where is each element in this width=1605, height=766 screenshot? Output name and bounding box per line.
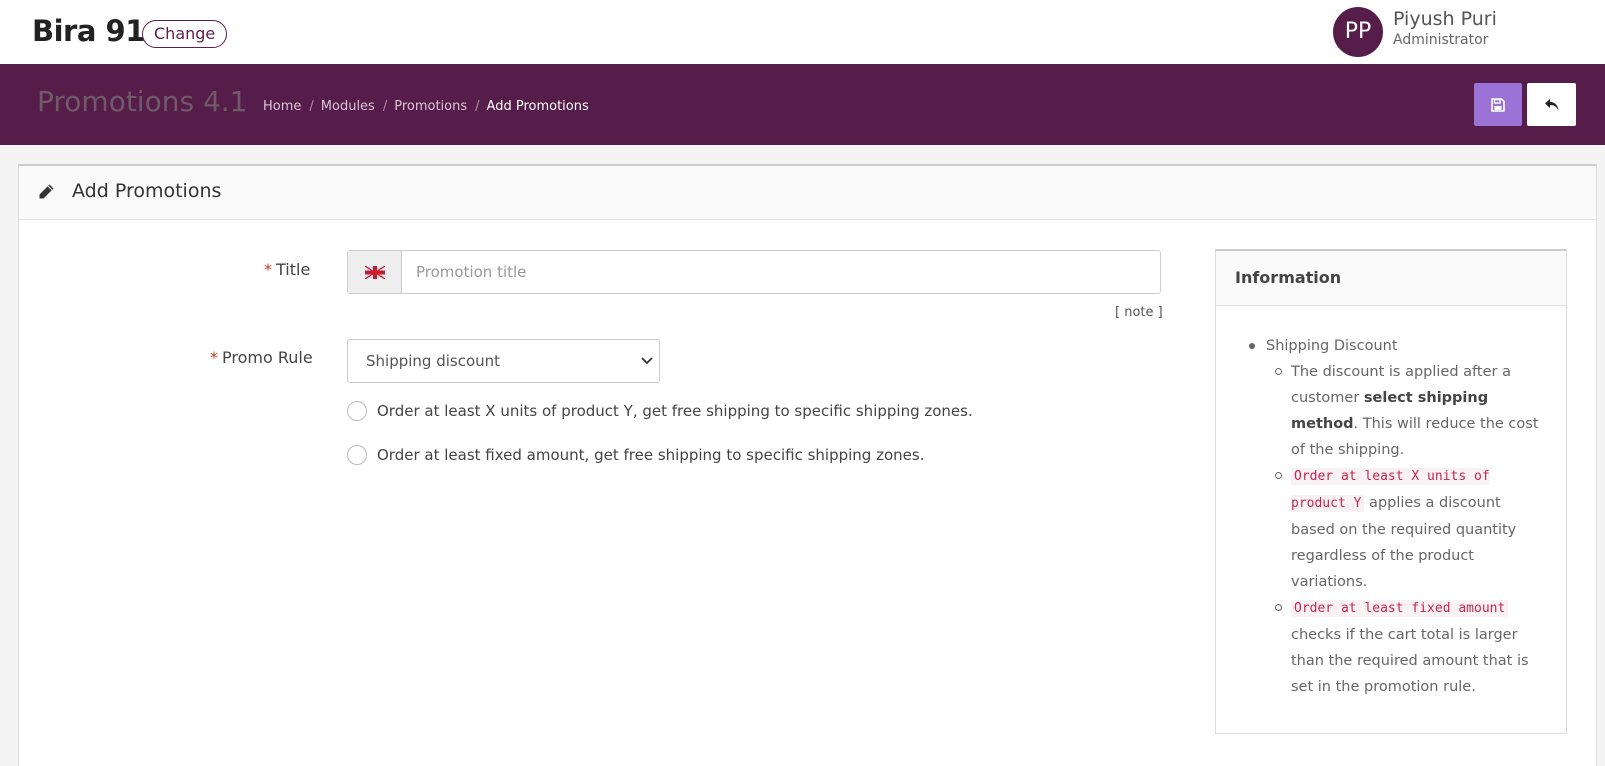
breadcrumb-separator: /	[309, 99, 314, 114]
info-list-item: Shipping Discount	[1235, 333, 1547, 359]
radio-label: Order at least X units of product Y, get…	[377, 402, 973, 420]
required-asterisk: *	[264, 260, 272, 279]
info-text: checks if the cart total is larger than …	[1291, 627, 1529, 695]
radio-button[interactable]	[347, 401, 367, 421]
title-input-group	[347, 250, 1161, 294]
radio-button[interactable]	[347, 445, 367, 465]
info-code: Order at least fixed amount	[1291, 600, 1509, 617]
promo-rule-selected-value: Shipping discount	[366, 352, 501, 370]
save-button[interactable]	[1474, 83, 1522, 126]
radio-label: Order at least fixed amount, get free sh…	[377, 446, 925, 464]
info-sublist-item: The discount is applied after a customer…	[1235, 359, 1547, 463]
chevron-down-icon	[641, 357, 653, 365]
reply-arrow-icon	[1544, 98, 1558, 110]
panel-title: Add Promotions	[72, 180, 222, 202]
top-bar: Bira 91 Change PP Piyush Puri Administra…	[0, 0, 1605, 64]
language-flag-addon[interactable]	[348, 251, 402, 293]
required-asterisk: *	[210, 348, 218, 367]
info-sublist-item: Order at least X units of product Y appl…	[1235, 463, 1547, 595]
user-role: Administrator	[1393, 32, 1489, 48]
note-link[interactable]: [ note ]	[1115, 305, 1163, 320]
page-header: Promotions 4.1 Home / Modules / Promotio…	[0, 64, 1605, 145]
avatar[interactable]: PP	[1333, 7, 1383, 57]
user-name: Piyush Puri	[1393, 8, 1497, 30]
breadcrumb-modules[interactable]: Modules	[321, 99, 375, 114]
information-box: Information Shipping Discount The discou…	[1215, 249, 1567, 734]
breadcrumb: Home / Modules / Promotions / Add Promot…	[263, 99, 589, 114]
breadcrumb-home[interactable]: Home	[263, 99, 301, 114]
change-store-button[interactable]: Change	[142, 20, 228, 48]
module-title: Promotions 4.1	[37, 85, 248, 118]
breadcrumb-promotions[interactable]: Promotions	[394, 99, 467, 114]
promo-rule-select[interactable]: Shipping discount	[347, 339, 660, 383]
promo-rule-label-text: Promo Rule	[222, 348, 313, 367]
promo-rule-label: * Promo Rule	[210, 348, 313, 367]
info-sublist-item: Order at least fixed amount checks if th…	[1235, 595, 1547, 700]
breadcrumb-separator: /	[475, 99, 480, 114]
title-label-text: Title	[276, 260, 311, 279]
back-button[interactable]	[1527, 83, 1576, 126]
breadcrumb-current: Add Promotions	[486, 99, 589, 114]
title-input[interactable]	[403, 251, 1160, 293]
title-label: * Title	[264, 260, 310, 279]
brand-name: Bira 91	[32, 14, 145, 48]
breadcrumb-separator: /	[382, 99, 388, 114]
information-title: Information	[1235, 268, 1342, 287]
add-promotions-panel: Add Promotions *Title [ note ] *Promo Ru…	[18, 164, 1597, 766]
floppy-disk-icon	[1491, 97, 1505, 112]
information-body: Shipping Discount The discount is applie…	[1235, 333, 1547, 700]
information-header: Information	[1216, 251, 1566, 306]
panel-header: Add Promotions	[19, 166, 1596, 220]
pencil-icon	[39, 184, 54, 199]
uk-flag-icon	[365, 266, 385, 279]
